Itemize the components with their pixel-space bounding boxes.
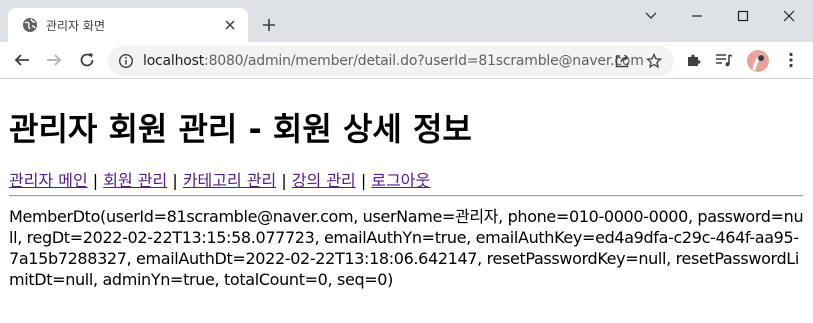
url-path: :8080/admin/member/detail.do?userId=81sc… bbox=[204, 53, 644, 69]
nav-link-category-management[interactable]: 카테고리 관리 bbox=[183, 171, 276, 190]
share-icon[interactable] bbox=[613, 52, 631, 70]
tab-title: 관리자 화면 bbox=[46, 19, 106, 33]
avatar[interactable] bbox=[747, 50, 769, 72]
nav-link-logout[interactable]: 로그아웃 bbox=[371, 171, 430, 190]
nav-separator: | bbox=[172, 171, 178, 190]
back-arrow-icon[interactable] bbox=[11, 49, 33, 71]
puzzle-icon[interactable] bbox=[684, 50, 704, 70]
info-icon[interactable] bbox=[118, 53, 134, 69]
nav-link-course-management[interactable]: 강의 관리 bbox=[292, 171, 356, 190]
nav-separator: | bbox=[281, 171, 287, 190]
url-host: localhost bbox=[143, 53, 205, 69]
browser-toolbar: localhost:8080/admin/member/detail.do?us… bbox=[0, 42, 813, 79]
address-bar[interactable]: localhost:8080/admin/member/detail.do?us… bbox=[108, 46, 674, 76]
nav-link-member-management[interactable]: 회원 관리 bbox=[103, 171, 167, 190]
maximize-icon[interactable] bbox=[731, 6, 755, 26]
minimize-icon[interactable] bbox=[685, 6, 709, 26]
reload-icon[interactable] bbox=[76, 49, 98, 71]
admin-nav: 관리자 메인 | 회원 관리 | 카테고리 관리 | 강의 관리 | 로그아웃 bbox=[9, 167, 430, 191]
close-icon[interactable] bbox=[222, 17, 238, 33]
url-text[interactable]: localhost:8080/admin/member/detail.do?us… bbox=[143, 53, 644, 69]
forward-arrow-icon[interactable] bbox=[43, 49, 65, 71]
globe-icon bbox=[22, 17, 38, 33]
browser-tab[interactable]: 관리자 화면 bbox=[8, 8, 248, 42]
page-title: 관리자 회원 관리 - 회원 상세 정보 bbox=[9, 110, 472, 148]
media-queue-icon[interactable] bbox=[714, 50, 734, 70]
tab-strip: 관리자 화면 bbox=[0, 0, 813, 42]
nav-separator: | bbox=[92, 171, 99, 190]
kebab-menu-icon[interactable] bbox=[781, 50, 801, 70]
plus-icon[interactable] bbox=[258, 14, 280, 36]
divider bbox=[9, 195, 803, 197]
nav-separator: | bbox=[360, 171, 367, 190]
member-detail-text: MemberDto(userId=81scramble@naver.com, u… bbox=[9, 207, 804, 289]
window-close-icon[interactable] bbox=[777, 6, 801, 26]
nav-link-admin-main[interactable]: 관리자 메인 bbox=[9, 171, 88, 190]
star-icon[interactable] bbox=[645, 52, 663, 70]
chevron-down-icon[interactable] bbox=[639, 6, 663, 26]
